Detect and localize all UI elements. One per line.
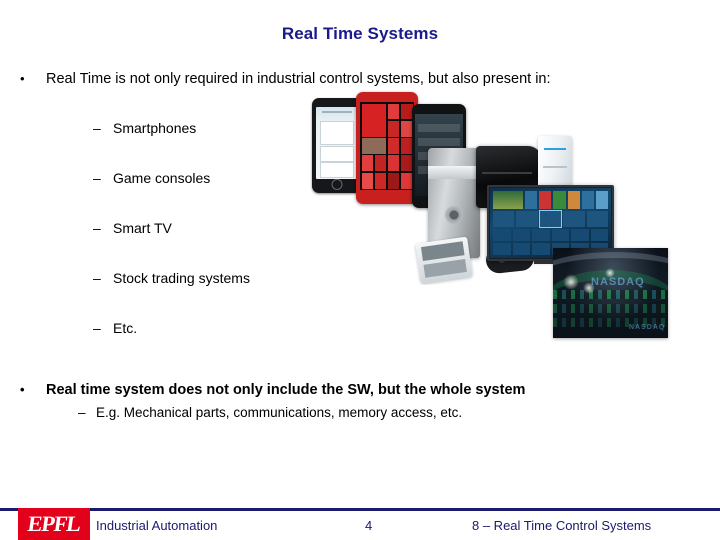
bullet-level2-smart-tv: – Smart TV	[93, 219, 172, 237]
bullet-level2-stock-trading: – Stock trading systems	[93, 269, 250, 287]
bullet-level3-examples: – E.g. Mechanical parts, communications, …	[78, 404, 462, 421]
tv-featured-tile	[493, 191, 523, 209]
bullet-text: Smart TV	[113, 220, 172, 236]
bullet-level2-game-consoles: – Game consoles	[93, 169, 210, 187]
bullet-text: Stock trading systems	[113, 270, 250, 286]
bullet-dash-icon: –	[93, 170, 101, 186]
bullet-text: E.g. Mechanical parts, communications, m…	[96, 405, 463, 420]
bullet-dash-icon: –	[93, 220, 101, 236]
page-title: Real Time Systems	[281, 24, 439, 43]
bullet-text: Real time system does not only include t…	[46, 382, 526, 398]
android-phone-image	[312, 98, 362, 193]
bullet-dash-icon: –	[93, 270, 101, 286]
slide-canvas: Real Time Systems • Real Time is not only…	[0, 0, 720, 540]
epfl-logo: EPFL	[18, 508, 90, 540]
footer-divider	[0, 508, 720, 511]
bullet-dash-icon: –	[93, 120, 101, 136]
device-photo-cluster: NASDAQ NASDAQ	[300, 90, 680, 345]
bullet-dash-icon: –	[78, 405, 86, 420]
bullet-level2-smartphones: – Smartphones	[93, 119, 196, 137]
footer-chapter-label: 8 – Real Time Control Systems	[472, 518, 652, 533]
windows-phone-tiles	[360, 102, 414, 190]
bullet-text: Real Time is not only required in indust…	[46, 71, 551, 87]
bullet-level1-intro: • Real Time is not only required in indus…	[20, 70, 551, 88]
footer-course-label: Industrial Automation	[96, 518, 218, 533]
bullet-dash-icon: –	[93, 320, 101, 336]
nasdaq-wordmark: NASDAQ	[591, 276, 645, 288]
bullet-text: Smartphones	[113, 120, 197, 136]
android-home-button-icon	[331, 179, 343, 190]
nasdaq-wordmark-small: NASDAQ	[629, 324, 666, 331]
bullet-dot-icon: •	[20, 71, 25, 86]
bullet-text: Etc.	[113, 320, 138, 336]
bullet-level2-etc: – Etc.	[93, 319, 137, 337]
epfl-logo-text: EPFL	[26, 511, 82, 536]
bullet-level1-whole-system: • Real time system does not only include …	[20, 381, 525, 399]
bullet-dot-icon: •	[20, 382, 25, 397]
nintendo-ds-image	[415, 236, 473, 284]
footer-page-number: 4	[365, 518, 373, 533]
bullet-text: Game consoles	[113, 170, 211, 186]
windows-phone-image	[356, 92, 418, 204]
android-phone-screen	[316, 107, 358, 179]
stock-trading-floor-photo: NASDAQ NASDAQ	[553, 248, 668, 338]
